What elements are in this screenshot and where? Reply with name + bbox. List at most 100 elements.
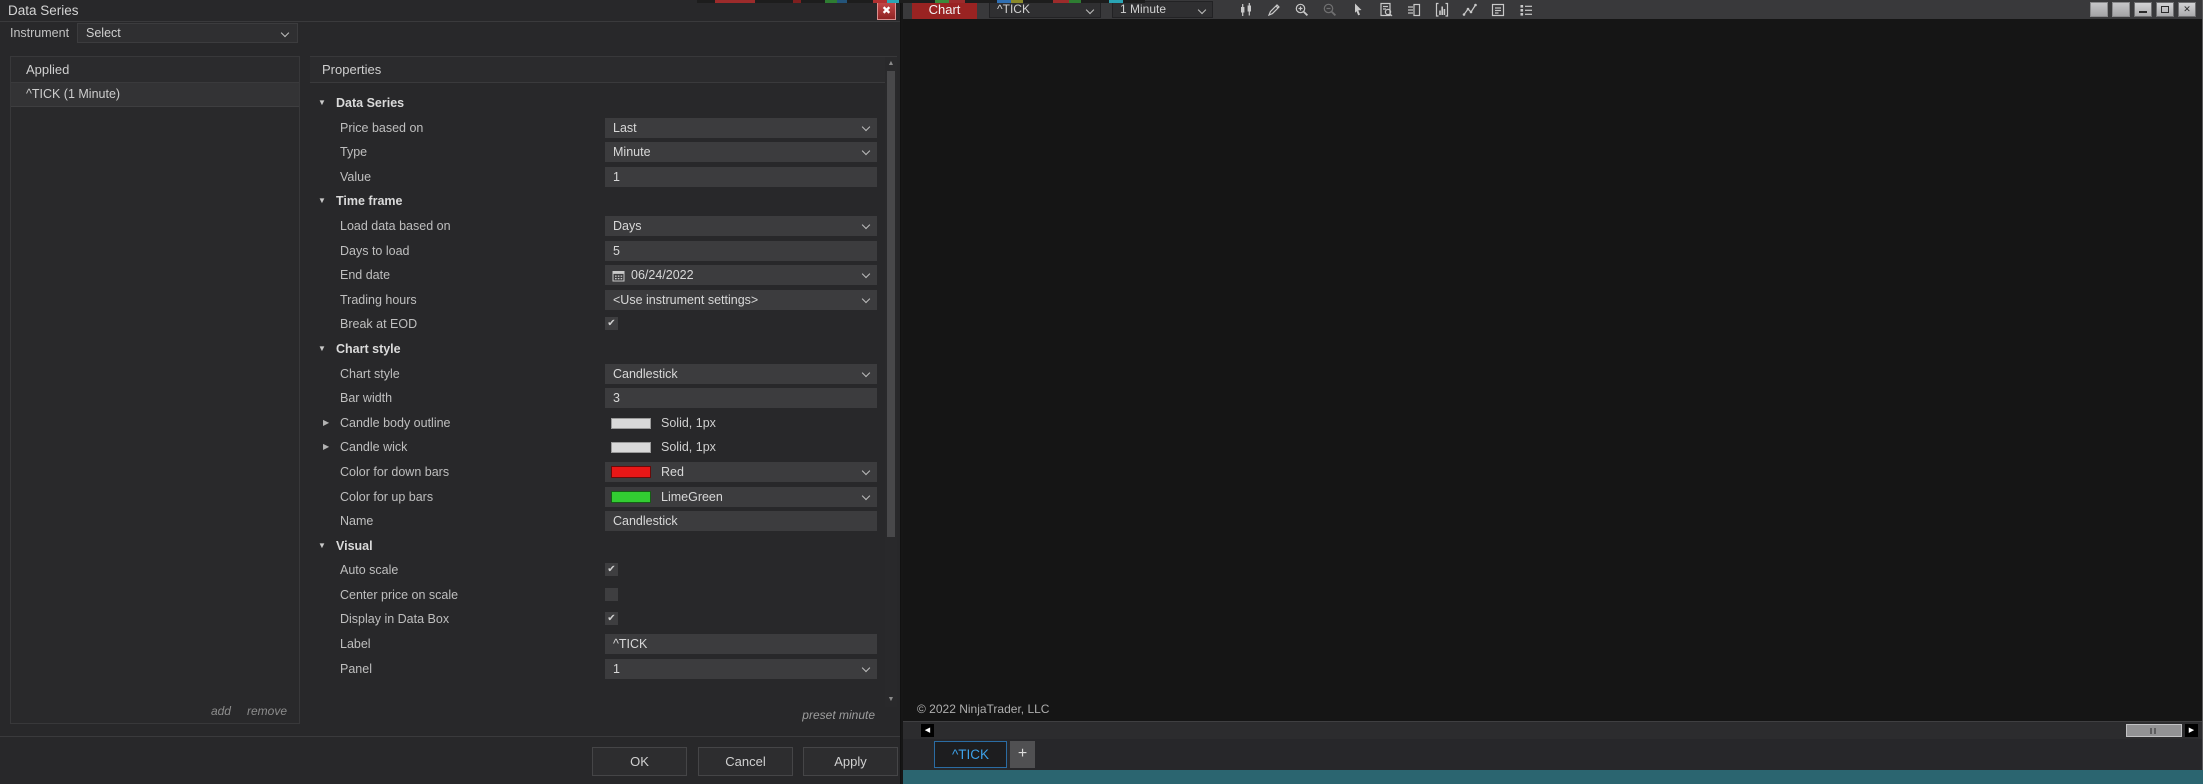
property-row-candle-wick: ▶ Candle wick Solid, 1px <box>310 435 885 460</box>
chevron-down-icon <box>861 146 871 156</box>
minimize-icon[interactable] <box>2134 2 2152 17</box>
add-link[interactable]: add <box>211 704 231 718</box>
value-text: 5 <box>613 243 620 258</box>
property-input-value[interactable]: 1 <box>605 166 877 187</box>
chart-toolbar-icons <box>1237 1 1534 18</box>
property-label: Color for down bars <box>340 464 450 479</box>
chart-horizontal-scrollbar[interactable]: ◀ ▶ <box>903 721 2202 739</box>
property-value-chart-style[interactable]: Candlestick <box>605 363 877 384</box>
property-value-panel[interactable]: 1 <box>605 658 877 679</box>
property-row-color-for-down-bars: Color for down bars Red <box>310 460 885 485</box>
property-checkbox-break-at-eod[interactable]: ✔ <box>605 317 618 331</box>
property-row-chart-style: Chart style Candlestick <box>310 362 885 387</box>
tab-tick[interactable]: ^TICK <box>934 741 1007 768</box>
collapse-triangle-icon[interactable]: ▼ <box>318 91 326 116</box>
scrollbar-thumb[interactable] <box>2126 724 2182 737</box>
dialog-close-icon[interactable]: ✖ <box>877 2 896 20</box>
chart-canvas[interactable]: © 2022 NinjaTrader, LLC <box>903 19 2202 721</box>
data-series-dialog: Data Series ✖ Instrument Select Applied … <box>0 0 901 784</box>
close-icon[interactable]: ✕ <box>2178 2 2196 17</box>
chart-style-icon[interactable] <box>1237 1 1254 18</box>
property-row-end-date: End date 06/24/2022 <box>310 263 885 288</box>
property-input-days-to-load[interactable]: 5 <box>605 240 877 261</box>
zoom-in-icon[interactable] <box>1293 1 1310 18</box>
applied-panel: Applied ^TICK (1 Minute) add remove <box>10 56 300 724</box>
expand-triangle-icon[interactable]: ▶ <box>323 411 329 436</box>
scroll-up-icon[interactable]: ▲ <box>885 58 897 70</box>
scroll-right-icon[interactable]: ▶ <box>2185 724 2198 737</box>
drawing-tools-icon[interactable] <box>1265 1 1282 18</box>
instrument-select-value: Select <box>86 26 121 40</box>
property-pen-candle-wick[interactable]: Solid, 1px <box>605 437 877 457</box>
property-row-data-series: ▼ Data Series <box>310 91 885 116</box>
property-row-break-at-eod: Break at EOD ✔ <box>310 312 885 337</box>
property-input-bar-width[interactable]: 3 <box>605 388 877 409</box>
property-label: Display in Data Box <box>340 612 450 627</box>
value-text: 1 <box>613 661 620 676</box>
value-text: Solid, 1px <box>661 415 716 430</box>
interval-link-button[interactable] <box>2112 2 2130 17</box>
property-value-trading-hours[interactable]: <Use instrument settings> <box>605 289 877 310</box>
property-input-label[interactable]: ^TICK <box>605 634 877 655</box>
property-checkbox-center-price-on-scale[interactable] <box>605 587 618 601</box>
window-controls: ✕ <box>2090 2 2196 17</box>
ok-button[interactable]: OK <box>592 747 687 776</box>
value-text: Last <box>613 120 637 135</box>
screen: Chart ^TICK 1 Minute ✕ © 2022 NinjaTrade… <box>0 0 2203 784</box>
property-row-visual: ▼ Visual <box>310 534 885 559</box>
expand-triangle-icon[interactable]: ▶ <box>323 435 329 460</box>
cursor-icon[interactable] <box>1349 1 1366 18</box>
instrument-select[interactable]: Select <box>77 23 298 43</box>
chart-interval-selector[interactable]: 1 Minute <box>1112 1 1213 18</box>
scrollbar-thumb[interactable] <box>887 71 895 537</box>
chart-trader-icon[interactable] <box>1405 1 1422 18</box>
scroll-down-icon[interactable]: ▼ <box>885 694 897 706</box>
cancel-button[interactable]: Cancel <box>698 747 793 776</box>
property-checkbox-auto-scale[interactable]: ✔ <box>605 563 618 577</box>
property-checkbox-display-in-data-box[interactable]: ✔ <box>605 612 618 626</box>
property-pen-candle-body-outline[interactable]: Solid, 1px <box>605 413 877 433</box>
chevron-down-icon <box>861 294 871 303</box>
property-label: Days to load <box>340 243 410 258</box>
calendar-icon <box>612 269 625 287</box>
property-value-price-based-on[interactable]: Last <box>605 117 877 138</box>
property-value-color-for-down-bars[interactable]: Red <box>605 461 877 482</box>
property-row-center-price-on-scale: Center price on scale <box>310 583 885 608</box>
pen-swatch <box>611 442 651 454</box>
data-box-icon[interactable] <box>1377 1 1394 18</box>
property-value-color-for-up-bars[interactable]: LimeGreen <box>605 486 877 507</box>
value-text: Candlestick <box>613 366 678 381</box>
instrument-link-button[interactable] <box>2090 2 2108 17</box>
property-row-time-frame: ▼ Time frame <box>310 189 885 214</box>
collapse-triangle-icon[interactable]: ▼ <box>318 189 326 214</box>
group-label: Chart style <box>336 341 401 356</box>
property-label: Bar width <box>340 391 393 406</box>
property-value-type[interactable]: Minute <box>605 142 877 163</box>
display-settings-icon[interactable] <box>1517 1 1534 18</box>
chevron-down-icon <box>861 122 871 131</box>
strategies-icon[interactable] <box>1461 1 1478 18</box>
property-value-load-data-based-on[interactable]: Days <box>605 215 877 236</box>
chart-instrument-value: ^TICK <box>997 2 1030 16</box>
value-text: LimeGreen <box>661 489 723 504</box>
applied-series-item[interactable]: ^TICK (1 Minute) <box>11 83 299 107</box>
preset-label: preset minute <box>802 708 875 722</box>
add-tab-button[interactable]: + <box>1010 741 1035 768</box>
property-row-chart-style: ▼ Chart style <box>310 337 885 362</box>
chevron-down-icon <box>1085 5 1095 15</box>
apply-button[interactable]: Apply <box>803 747 898 776</box>
collapse-triangle-icon[interactable]: ▼ <box>318 337 326 362</box>
chart-properties-icon[interactable] <box>1489 1 1506 18</box>
property-value-end-date[interactable]: 06/24/2022 <box>605 265 877 287</box>
indicators-icon[interactable] <box>1433 1 1450 18</box>
chevron-down-icon <box>861 269 871 279</box>
property-input-name[interactable]: Candlestick <box>605 511 877 532</box>
property-row-candle-body-outline: ▶ Candle body outline Solid, 1px <box>310 411 885 436</box>
collapse-triangle-icon[interactable]: ▼ <box>318 534 326 559</box>
value-text: 1 <box>613 169 620 184</box>
scroll-left-icon[interactable]: ◀ <box>921 724 934 737</box>
maximize-icon[interactable] <box>2156 2 2174 17</box>
chart-instrument-selector[interactable]: ^TICK <box>989 1 1101 18</box>
remove-link[interactable]: remove <box>247 704 287 718</box>
properties-scrollbar[interactable]: ▲ ▼ <box>885 57 897 707</box>
